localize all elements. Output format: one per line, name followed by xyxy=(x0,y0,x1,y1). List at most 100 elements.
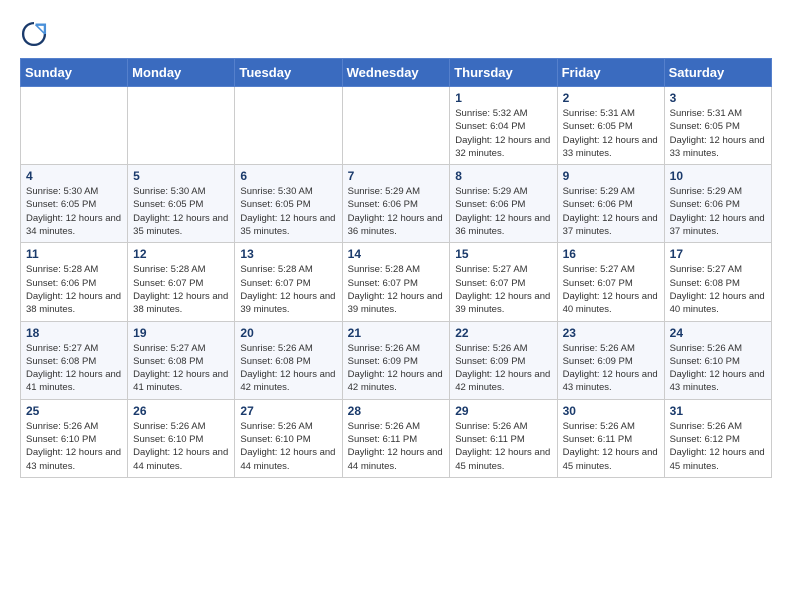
day-number: 8 xyxy=(455,169,551,183)
day-number: 19 xyxy=(133,326,229,340)
day-number: 20 xyxy=(240,326,336,340)
day-info: Sunrise: 5:30 AM Sunset: 6:05 PM Dayligh… xyxy=(133,185,229,238)
calendar-cell: 2Sunrise: 5:31 AM Sunset: 6:05 PM Daylig… xyxy=(557,87,664,165)
calendar-cell: 30 Sunrise: 5:26 AM Sunset: 6:11 PM Dayli… xyxy=(557,399,664,477)
day-number: 14 xyxy=(348,247,445,261)
day-info: Sunrise: 5:31 AM Sunset: 6:05 PM Dayligh… xyxy=(670,107,766,160)
day-info: Sunrise: 5:28 AM Sunset: 6:07 PM Dayligh… xyxy=(240,263,336,316)
day-info: Sunrise: 5:27 AM Sunset: 6:07 PM Dayligh… xyxy=(455,263,551,316)
day-info: Sunrise: 5:32 AM Sunset: 6:04 PM Dayligh… xyxy=(455,107,551,160)
calendar-cell: 7 Sunrise: 5:29 AM Sunset: 6:06 PM Daylig… xyxy=(342,165,450,243)
day-number: 4 xyxy=(26,169,122,183)
day-info: Sunrise: 5:28 AM Sunset: 6:06 PM Dayligh… xyxy=(26,263,122,316)
calendar-cell xyxy=(342,87,450,165)
col-header-monday: Monday xyxy=(128,59,235,87)
col-header-friday: Friday xyxy=(557,59,664,87)
day-info: Sunrise: 5:29 AM Sunset: 6:06 PM Dayligh… xyxy=(670,185,766,238)
day-number: 18 xyxy=(26,326,122,340)
day-number: 15 xyxy=(455,247,551,261)
col-header-thursday: Thursday xyxy=(450,59,557,87)
calendar-cell: 18 Sunrise: 5:27 AM Sunset: 6:08 PM Dayli… xyxy=(21,321,128,399)
day-number: 6 xyxy=(240,169,336,183)
day-number: 17 xyxy=(670,247,766,261)
calendar-cell: 1 Sunrise: 5:32 AM Sunset: 6:04 PM Daylig… xyxy=(450,87,557,165)
calendar-cell: 15 Sunrise: 5:27 AM Sunset: 6:07 PM Dayli… xyxy=(450,243,557,321)
col-header-wednesday: Wednesday xyxy=(342,59,450,87)
day-info: Sunrise: 5:30 AM Sunset: 6:05 PM Dayligh… xyxy=(26,185,122,238)
day-info: Sunrise: 5:29 AM Sunset: 6:06 PM Dayligh… xyxy=(563,185,659,238)
day-info: Sunrise: 5:26 AM Sunset: 6:11 PM Dayligh… xyxy=(348,420,445,473)
calendar-cell: 3 Sunrise: 5:31 AM Sunset: 6:05 PM Daylig… xyxy=(664,87,771,165)
col-header-sunday: Sunday xyxy=(21,59,128,87)
calendar-cell: 23 Sunrise: 5:26 AM Sunset: 6:09 PM Dayli… xyxy=(557,321,664,399)
calendar-cell: 29 Sunrise: 5:26 AM Sunset: 6:11 PM Dayli… xyxy=(450,399,557,477)
logo-icon xyxy=(20,20,48,48)
day-number: 24 xyxy=(670,326,766,340)
calendar-cell: 24 Sunrise: 5:26 AM Sunset: 6:10 PM Dayli… xyxy=(664,321,771,399)
day-info: Sunrise: 5:26 AM Sunset: 6:09 PM Dayligh… xyxy=(348,342,445,395)
calendar-cell xyxy=(235,87,342,165)
calendar-cell: 26Sunrise: 5:26 AM Sunset: 6:10 PM Dayli… xyxy=(128,399,235,477)
calendar-cell: 17 Sunrise: 5:27 AM Sunset: 6:08 PM Dayli… xyxy=(664,243,771,321)
calendar-week-3: 11Sunrise: 5:28 AM Sunset: 6:06 PM Dayli… xyxy=(21,243,772,321)
day-info: Sunrise: 5:26 AM Sunset: 6:08 PM Dayligh… xyxy=(240,342,336,395)
day-info: Sunrise: 5:27 AM Sunset: 6:07 PM Dayligh… xyxy=(563,263,659,316)
calendar-week-1: 1 Sunrise: 5:32 AM Sunset: 6:04 PM Daylig… xyxy=(21,87,772,165)
day-number: 3 xyxy=(670,91,766,105)
day-number: 10 xyxy=(670,169,766,183)
calendar-cell: 9 Sunrise: 5:29 AM Sunset: 6:06 PM Daylig… xyxy=(557,165,664,243)
day-info: Sunrise: 5:27 AM Sunset: 6:08 PM Dayligh… xyxy=(26,342,122,395)
calendar-cell: 8Sunrise: 5:29 AM Sunset: 6:06 PM Daylig… xyxy=(450,165,557,243)
calendar-cell: 21 Sunrise: 5:26 AM Sunset: 6:09 PM Dayli… xyxy=(342,321,450,399)
calendar-cell: 10 Sunrise: 5:29 AM Sunset: 6:06 PM Dayli… xyxy=(664,165,771,243)
day-number: 23 xyxy=(563,326,659,340)
day-number: 30 xyxy=(563,404,659,418)
calendar-cell xyxy=(21,87,128,165)
day-number: 7 xyxy=(348,169,445,183)
calendar-cell: 27Sunrise: 5:26 AM Sunset: 6:10 PM Dayli… xyxy=(235,399,342,477)
day-info: Sunrise: 5:26 AM Sunset: 6:12 PM Dayligh… xyxy=(670,420,766,473)
day-info: Sunrise: 5:26 AM Sunset: 6:10 PM Dayligh… xyxy=(670,342,766,395)
calendar-week-2: 4 Sunrise: 5:30 AM Sunset: 6:05 PM Daylig… xyxy=(21,165,772,243)
calendar-cell: 20 Sunrise: 5:26 AM Sunset: 6:08 PM Dayli… xyxy=(235,321,342,399)
col-header-saturday: Saturday xyxy=(664,59,771,87)
calendar-cell: 19 Sunrise: 5:27 AM Sunset: 6:08 PM Dayli… xyxy=(128,321,235,399)
calendar-cell: 14 Sunrise: 5:28 AM Sunset: 6:07 PM Dayli… xyxy=(342,243,450,321)
day-number: 13 xyxy=(240,247,336,261)
day-info: Sunrise: 5:26 AM Sunset: 6:11 PM Dayligh… xyxy=(455,420,551,473)
calendar-cell: 6 Sunrise: 5:30 AM Sunset: 6:05 PM Daylig… xyxy=(235,165,342,243)
calendar-week-5: 25 Sunrise: 5:26 AM Sunset: 6:10 PM Dayli… xyxy=(21,399,772,477)
calendar-week-4: 18 Sunrise: 5:27 AM Sunset: 6:08 PM Dayli… xyxy=(21,321,772,399)
day-info: Sunrise: 5:26 AM Sunset: 6:10 PM Dayligh… xyxy=(240,420,336,473)
day-info: Sunrise: 5:27 AM Sunset: 6:08 PM Dayligh… xyxy=(133,342,229,395)
day-info: Sunrise: 5:28 AM Sunset: 6:07 PM Dayligh… xyxy=(348,263,445,316)
calendar-cell: 5 Sunrise: 5:30 AM Sunset: 6:05 PM Daylig… xyxy=(128,165,235,243)
day-info: Sunrise: 5:26 AM Sunset: 6:09 PM Dayligh… xyxy=(455,342,551,395)
calendar-cell: 25Sunrise: 5:26 AM Sunset: 6:10 PM Dayli… xyxy=(21,399,128,477)
day-number: 31 xyxy=(670,404,766,418)
day-info: Sunrise: 5:30 AM Sunset: 6:05 PM Dayligh… xyxy=(240,185,336,238)
day-number: 2 xyxy=(563,91,659,105)
day-number: 22 xyxy=(455,326,551,340)
calendar-header-row: SundayMondayTuesdayWednesdayThursdayFrid… xyxy=(21,59,772,87)
calendar-cell: 22 Sunrise: 5:26 AM Sunset: 6:09 PM Dayli… xyxy=(450,321,557,399)
day-number: 29 xyxy=(455,404,551,418)
day-number: 9 xyxy=(563,169,659,183)
day-number: 25 xyxy=(26,404,122,418)
day-info: Sunrise: 5:26 AM Sunset: 6:09 PM Dayligh… xyxy=(563,342,659,395)
day-info: Sunrise: 5:27 AM Sunset: 6:08 PM Dayligh… xyxy=(670,263,766,316)
calendar-cell: 11Sunrise: 5:28 AM Sunset: 6:06 PM Dayli… xyxy=(21,243,128,321)
day-info: Sunrise: 5:28 AM Sunset: 6:07 PM Dayligh… xyxy=(133,263,229,316)
col-header-tuesday: Tuesday xyxy=(235,59,342,87)
day-info: Sunrise: 5:26 AM Sunset: 6:11 PM Dayligh… xyxy=(563,420,659,473)
calendar-cell: 28Sunrise: 5:26 AM Sunset: 6:11 PM Dayli… xyxy=(342,399,450,477)
day-number: 16 xyxy=(563,247,659,261)
day-number: 1 xyxy=(455,91,551,105)
calendar-cell: 31 Sunrise: 5:26 AM Sunset: 6:12 PM Dayli… xyxy=(664,399,771,477)
day-info: Sunrise: 5:29 AM Sunset: 6:06 PM Dayligh… xyxy=(348,185,445,238)
day-number: 12 xyxy=(133,247,229,261)
calendar-cell: 12 Sunrise: 5:28 AM Sunset: 6:07 PM Dayli… xyxy=(128,243,235,321)
page-header xyxy=(20,20,772,48)
day-number: 5 xyxy=(133,169,229,183)
day-number: 21 xyxy=(348,326,445,340)
